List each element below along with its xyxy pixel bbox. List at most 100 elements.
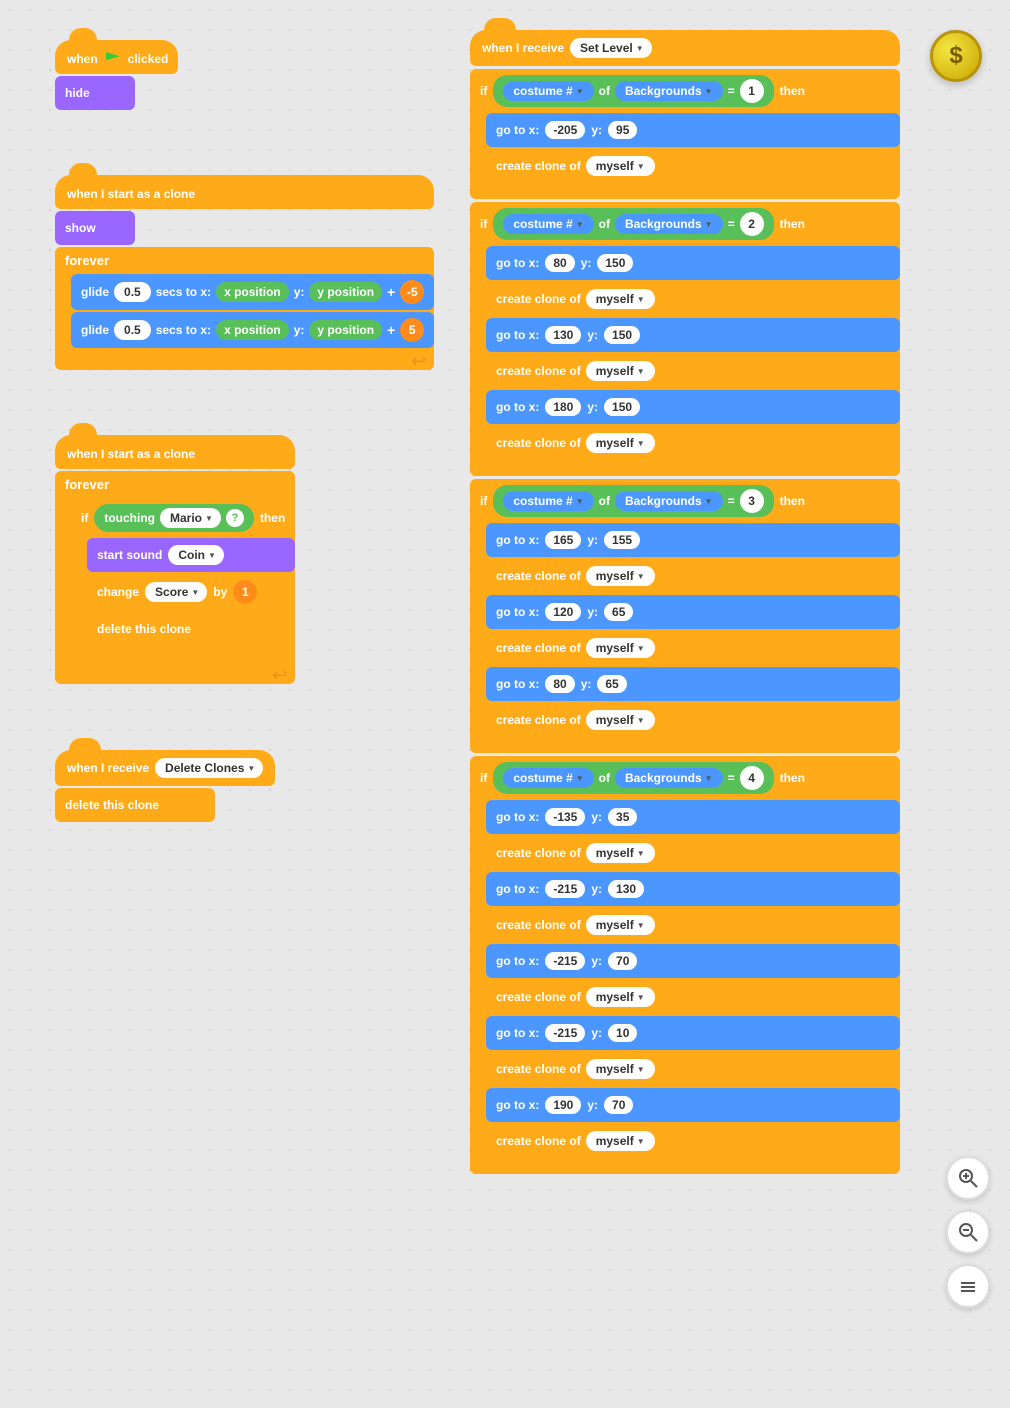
goto-4-4[interactable]: go to x: -215 y: 10 [486,1016,900,1050]
backgrounds-dropdown-3[interactable]: Backgrounds [615,491,723,511]
delete-clones-dropdown[interactable]: Delete Clones [155,758,263,778]
goto-3-3[interactable]: go to x: 80 y: 65 [486,667,900,701]
if2-body: go to x: 80 y: 150 create clone of mysel… [486,246,900,464]
costume-hash-dropdown-1[interactable]: costume # [503,81,593,101]
x-4-2[interactable]: -215 [545,880,585,898]
myself-dropdown-1-1[interactable]: myself [586,156,655,176]
set-level-dropdown[interactable]: Set Level [570,38,652,58]
val-1: 1 [740,79,764,103]
x-3-3[interactable]: 80 [545,675,574,693]
clone-4-4[interactable]: create clone of myself [486,1052,900,1086]
show-block[interactable]: show [55,211,135,245]
y-4-3[interactable]: 70 [608,952,637,970]
forever-footer-1: ↩ [55,352,434,370]
clone-4-1[interactable]: create clone of myself [486,836,900,870]
goto-3-2[interactable]: go to x: 120 y: 65 [486,595,900,629]
zoom-in-button[interactable] [946,1156,990,1200]
x-4-5[interactable]: 190 [545,1096,581,1114]
myself-dropdown-2-1[interactable]: myself [586,289,655,309]
goto-1-1[interactable]: go to x: -205 y: 95 [486,113,900,147]
group-when-clicked: when clicked hide [55,40,178,110]
clone-3-1[interactable]: create clone of myself [486,559,900,593]
goto-2-1[interactable]: go to x: 80 y: 150 [486,246,900,280]
glide-secs-2[interactable]: 0.5 [114,320,151,340]
goto-4-3[interactable]: go to x: -215 y: 70 [486,944,900,978]
clone-2-3[interactable]: create clone of myself [486,426,900,460]
myself-dropdown-4-2[interactable]: myself [586,915,655,935]
delete-clone-block-1[interactable]: delete this clone [87,612,247,646]
x-4-4[interactable]: -215 [545,1024,585,1042]
x-2-1[interactable]: 80 [545,254,574,272]
forever-block-2: forever if touching Mario ? then [55,471,295,684]
y-4-1[interactable]: 35 [608,808,637,826]
hide-block[interactable]: hide [55,76,135,110]
goto-2-3[interactable]: go to x: 180 y: 150 [486,390,900,424]
goto-4-5[interactable]: go to x: 190 y: 70 [486,1088,900,1122]
start-sound-block[interactable]: start sound Coin [87,538,295,572]
myself-dropdown-2-3[interactable]: myself [586,433,655,453]
when-receive-delete-hat[interactable]: when I receive Delete Clones [55,750,275,786]
y-3-3[interactable]: 65 [597,675,626,693]
clone-1-1[interactable]: create clone of myself [486,149,900,183]
y-2-3[interactable]: 150 [604,398,640,416]
y-1-1[interactable]: 95 [608,121,637,139]
clone-2-2[interactable]: create clone of myself [486,354,900,388]
x-4-3[interactable]: -215 [545,952,585,970]
delete-clone-block-2[interactable]: delete this clone [55,788,215,822]
mario-dropdown[interactable]: Mario [160,508,221,528]
myself-dropdown-3-3[interactable]: myself [586,710,655,730]
when-clicked-hat[interactable]: when clicked [55,40,178,74]
change-score-block[interactable]: change Score by 1 [87,574,295,610]
y-4-2[interactable]: 130 [608,880,644,898]
y-3-2[interactable]: 65 [604,603,633,621]
sound-dropdown[interactable]: Coin [168,545,224,565]
myself-dropdown-3-1[interactable]: myself [586,566,655,586]
backgrounds-dropdown-4[interactable]: Backgrounds [615,768,723,788]
x-4-1[interactable]: -135 [545,808,585,826]
when-clone-hat-1[interactable]: when I start as a clone [55,175,434,209]
when-clone-hat-2[interactable]: when I start as a clone [55,435,295,469]
myself-dropdown-4-3[interactable]: myself [586,987,655,1007]
goto-2-2[interactable]: go to x: 130 y: 150 [486,318,900,352]
x-3-1[interactable]: 165 [545,531,581,549]
goto-4-1[interactable]: go to x: -135 y: 35 [486,800,900,834]
clone-2-1[interactable]: create clone of myself [486,282,900,316]
if-block-4: if costume # of Backgrounds = 4 then go … [470,756,900,1174]
backgrounds-dropdown-1[interactable]: Backgrounds [615,81,723,101]
zoom-fit-button[interactable] [946,1264,990,1308]
costume-hash-dropdown-4[interactable]: costume # [503,768,593,788]
clone-4-3[interactable]: create clone of myself [486,980,900,1014]
backgrounds-dropdown-2[interactable]: Backgrounds [615,214,723,234]
goto-3-1[interactable]: go to x: 165 y: 155 [486,523,900,557]
y-4-4[interactable]: 10 [608,1024,637,1042]
y-3-1[interactable]: 155 [604,531,640,549]
clone-4-5[interactable]: create clone of myself [486,1124,900,1158]
x-2-3[interactable]: 180 [545,398,581,416]
goto-4-2[interactable]: go to x: -215 y: 130 [486,872,900,906]
clone-4-2[interactable]: create clone of myself [486,908,900,942]
y-4-5[interactable]: 70 [604,1096,633,1114]
x-1-1[interactable]: -205 [545,121,585,139]
x-3-2[interactable]: 120 [545,603,581,621]
forever-footer-2: ↩ [55,666,295,684]
x-position-oval-2: x position [216,320,289,340]
score-dropdown[interactable]: Score [145,582,207,602]
clone-3-2[interactable]: create clone of myself [486,631,900,665]
clone-3-3[interactable]: create clone of myself [486,703,900,737]
glide-block-2[interactable]: glide 0.5 secs to x: x position y: y pos… [71,312,434,348]
glide-offset-2: 5 [400,318,424,342]
myself-dropdown-4-5[interactable]: myself [586,1131,655,1151]
when-receive-set-level-hat[interactable]: when I receive Set Level [470,30,900,66]
costume-hash-dropdown-2[interactable]: costume # [503,214,593,234]
y-2-1[interactable]: 150 [597,254,633,272]
myself-dropdown-4-1[interactable]: myself [586,843,655,863]
glide-block-1[interactable]: glide 0.5 secs to x: x position y: y pos… [71,274,434,310]
x-2-2[interactable]: 130 [545,326,581,344]
myself-dropdown-3-2[interactable]: myself [586,638,655,658]
glide-secs-1[interactable]: 0.5 [114,282,151,302]
zoom-out-button[interactable] [946,1210,990,1254]
myself-dropdown-4-4[interactable]: myself [586,1059,655,1079]
y-2-2[interactable]: 150 [604,326,640,344]
myself-dropdown-2-2[interactable]: myself [586,361,655,381]
costume-hash-dropdown-3[interactable]: costume # [503,491,593,511]
